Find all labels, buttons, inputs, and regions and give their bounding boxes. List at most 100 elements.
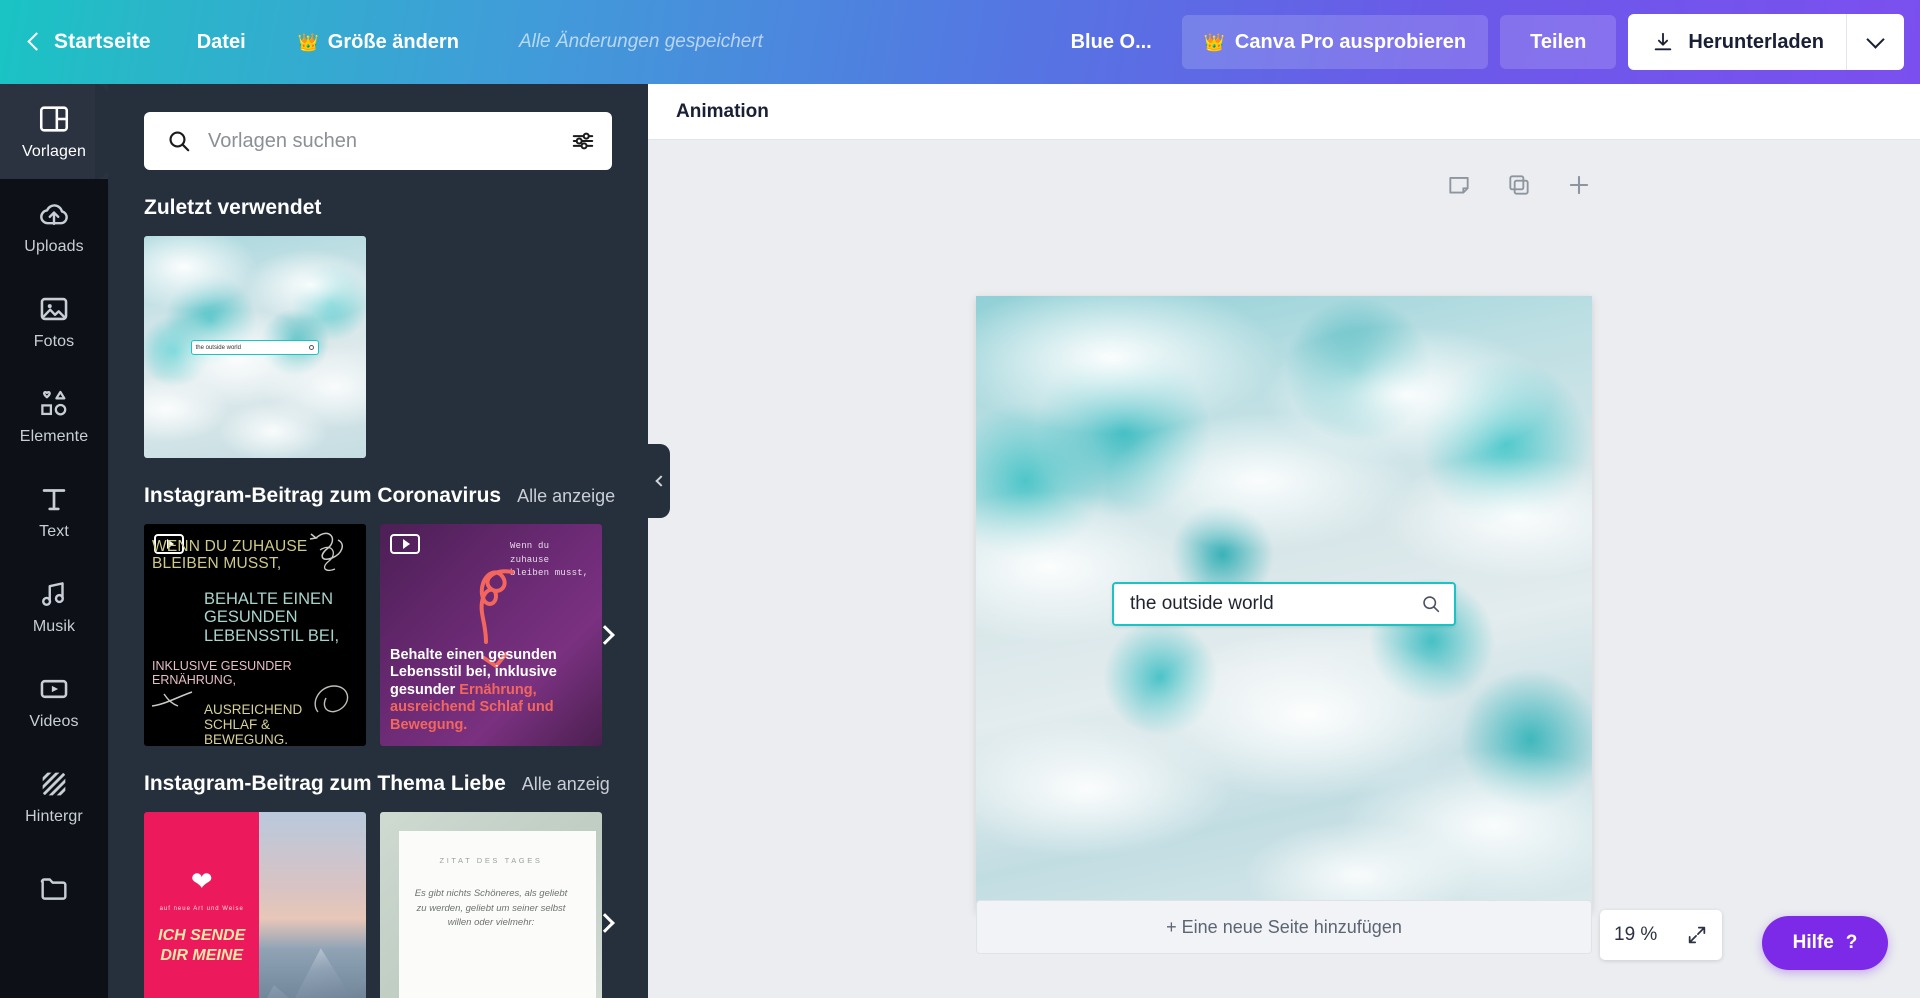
sidebar-item-hintergrund[interactable]: Hintergr xyxy=(0,749,108,844)
chevron-right-icon xyxy=(595,913,615,933)
sidebar-item-ordner[interactable] xyxy=(0,844,108,939)
section-title: Instagram-Beitrag zum Coronavirus xyxy=(144,484,502,507)
download-icon xyxy=(1655,32,1672,51)
filter-sliders-icon[interactable] xyxy=(570,128,596,154)
chevron-down-icon xyxy=(1866,29,1885,49)
download-options-button[interactable] xyxy=(1846,14,1904,70)
add-page-icon[interactable] xyxy=(1566,172,1592,198)
thumbnail-row-coronavirus: WENN DU ZUHAUSE BLEIBEN MUSST, BEHALTE E… xyxy=(108,524,648,746)
sidebar-item-label: Vorlagen xyxy=(22,143,86,160)
template-thumbnail-quote-card[interactable]: ZITAT DES TAGES Es gibt nichts Schöneres… xyxy=(380,812,602,998)
add-new-page-label: + Eine neue Seite hinzufügen xyxy=(1166,916,1402,937)
file-menu-label: Datei xyxy=(196,30,246,53)
see-all-link[interactable]: Alle anzeige xyxy=(517,486,615,507)
crown-icon: 👑 xyxy=(1203,32,1225,52)
left-rail: Vorlagen Uploads Fotos Elemente Text Mus… xyxy=(0,84,108,998)
music-note-icon xyxy=(42,582,64,606)
add-new-page-button[interactable]: + Eine neue Seite hinzufügen xyxy=(976,900,1592,954)
search-icon xyxy=(169,131,190,152)
editor-area: Animation the outside world + Eine neue … xyxy=(648,84,1920,998)
home-button-label: Startseite xyxy=(54,30,151,53)
heart-icon: ❤ xyxy=(190,866,213,896)
doodle-swirl-icon xyxy=(314,685,349,713)
templates-panel: Zuletzt verwendet the outside world Inst… xyxy=(108,84,648,998)
canvas-area: the outside world + Eine neue Seite hinz… xyxy=(648,140,1920,998)
top-bar-left-group: Startseite Datei 👑 Größe ändern Alle Änd… xyxy=(0,0,763,84)
quote-kicker: ZITAT DES TAGES xyxy=(439,856,543,865)
sidebar-item-text[interactable]: Text xyxy=(0,464,108,559)
folder-icon xyxy=(40,878,67,900)
see-all-link[interactable]: Alle anzeig xyxy=(522,774,610,795)
file-menu-button[interactable]: Datei xyxy=(171,0,272,84)
template-text-line-2: BEHALTE EINEN GESUNDEN LEBENSSTIL BEI, xyxy=(204,590,340,645)
panel-collapse-button[interactable] xyxy=(648,444,670,518)
download-button-label: Herunterladen xyxy=(1688,30,1824,53)
template-tiny-text: auf neue Art und Weise xyxy=(159,906,244,912)
top-bar-right-group: Blue O... 👑 Canva Pro ausprobieren Teile… xyxy=(1041,0,1920,84)
top-bar: Startseite Datei 👑 Größe ändern Alle Änd… xyxy=(0,0,1920,84)
quote-text: Es gibt nichts Schöneres, als geliebt zu… xyxy=(414,888,568,929)
thumbnail-row-recent: the outside world xyxy=(108,236,648,458)
canva-editor-window: Startseite Datei 👑 Größe ändern Alle Änd… xyxy=(0,0,1920,998)
zoom-control[interactable]: 19 % xyxy=(1600,910,1722,960)
mountain-photo xyxy=(259,812,366,998)
design-title[interactable]: Blue O... xyxy=(1041,31,1182,54)
next-templates-arrow-liebe[interactable] xyxy=(588,906,622,940)
try-canva-pro-button[interactable]: 👑 Canva Pro ausprobieren xyxy=(1181,15,1489,69)
mountain-shape xyxy=(259,948,366,998)
sidebar-item-label: Elemente xyxy=(19,428,89,445)
thumbnail-search-overlay: the outside world xyxy=(190,340,320,356)
chevron-left-icon xyxy=(27,32,46,51)
canvas-search-text: the outside world xyxy=(1130,593,1274,614)
design-canvas-page[interactable]: the outside world xyxy=(976,296,1592,912)
search-input[interactable] xyxy=(208,129,570,153)
resize-button[interactable]: 👑 Größe ändern xyxy=(272,0,485,84)
sidebar-item-label: Text xyxy=(39,523,69,540)
zoom-level-value: 19 % xyxy=(1614,924,1658,945)
tab-animation[interactable]: Animation xyxy=(676,101,769,123)
sidebar-item-videos[interactable]: Videos xyxy=(0,654,108,749)
help-button-label: Hilfe xyxy=(1792,932,1834,953)
home-button[interactable]: Startseite xyxy=(0,0,171,84)
sidebar-item-musik[interactable]: Musik xyxy=(0,559,108,654)
next-templates-arrow-coronavirus[interactable] xyxy=(588,618,622,652)
thumbnail-row-liebe: ❤ auf neue Art und Weise ICH SENDE DIR M… xyxy=(108,812,648,998)
template-thumbnail-recent[interactable]: the outside world xyxy=(144,236,366,458)
template-thumbnail-pink-love[interactable]: ❤ auf neue Art und Weise ICH SENDE DIR M… xyxy=(144,812,366,998)
thumbnail-search-text: the outside world xyxy=(195,344,241,351)
notes-icon[interactable] xyxy=(1446,172,1472,198)
video-badge-icon xyxy=(390,534,420,554)
download-button[interactable]: Herunterladen xyxy=(1628,14,1846,70)
download-button-group: Herunterladen xyxy=(1628,14,1904,70)
save-status: Alle Änderungen gespeichert xyxy=(518,31,763,52)
photo-icon xyxy=(40,297,68,321)
background-icon xyxy=(42,772,66,796)
question-mark-icon: ? xyxy=(1845,932,1858,953)
section-header-recent: Zuletzt verwendet xyxy=(108,196,648,220)
doodle-underline-icon xyxy=(151,691,193,707)
share-button-label: Teilen xyxy=(1530,30,1587,53)
duplicate-page-icon[interactable] xyxy=(1506,172,1532,198)
sidebar-item-uploads[interactable]: Uploads xyxy=(0,179,108,274)
template-search-bar[interactable] xyxy=(144,112,612,170)
template-text-line-1: WENN DU ZUHAUSE BLEIBEN MUSST, xyxy=(152,538,308,573)
expand-arrows-icon[interactable] xyxy=(1686,924,1708,946)
template-text-line-3: INKLUSIVE GESUNDER ERNÄHRUNG, xyxy=(152,659,292,687)
upload-cloud-icon xyxy=(40,204,68,226)
sidebar-item-label: Videos xyxy=(29,713,79,730)
sidebar-item-elemente[interactable]: Elemente xyxy=(0,369,108,464)
template-thumbnail-purple-corona[interactable]: Wenn du zuhause bleiben musst, Behalte e… xyxy=(380,524,602,746)
template-thumbnail-dark-corona[interactable]: WENN DU ZUHAUSE BLEIBEN MUSST, BEHALTE E… xyxy=(144,524,366,746)
text-icon xyxy=(42,489,66,511)
pink-left-panel: ❤ auf neue Art und Weise ICH SENDE DIR M… xyxy=(144,812,260,998)
template-big-text: ICH SENDE DIR MEINE xyxy=(158,927,246,964)
help-button[interactable]: Hilfe ? xyxy=(1762,916,1888,970)
sidebar-item-fotos[interactable]: Fotos xyxy=(0,274,108,369)
search-icon xyxy=(1423,596,1440,613)
share-button[interactable]: Teilen xyxy=(1500,15,1617,69)
section-title: Instagram-Beitrag zum Thema Liebe xyxy=(144,772,506,795)
editor-toolbar: Animation xyxy=(648,84,1920,140)
canvas-search-element[interactable]: the outside world xyxy=(1112,582,1456,626)
sidebar-item-label: Hintergr xyxy=(25,808,83,825)
sidebar-item-vorlagen[interactable]: Vorlagen xyxy=(0,84,108,179)
